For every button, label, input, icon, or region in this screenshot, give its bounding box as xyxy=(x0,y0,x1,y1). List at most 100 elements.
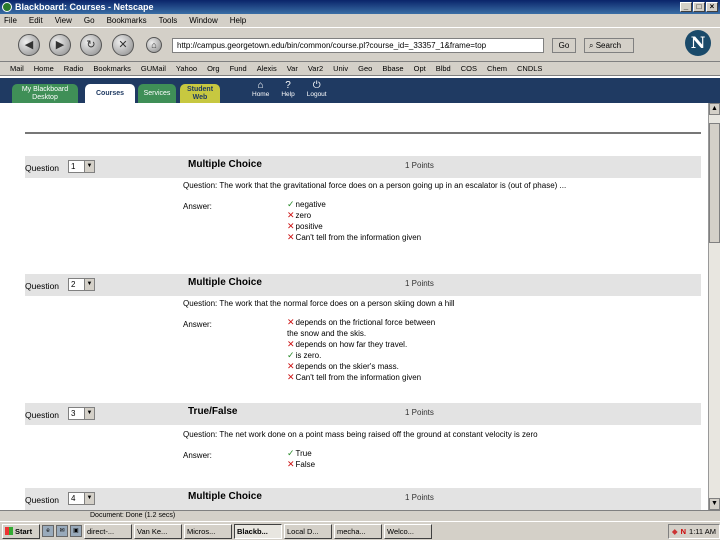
bb-logout-label: Logout xyxy=(306,91,327,98)
bookmark-mail[interactable]: Mail xyxy=(10,64,24,73)
taskbar: Start e ✉ ▣ direct-... Van Ke... Micros...… xyxy=(0,521,720,540)
bb-logout-link[interactable]: ⏻ Logout xyxy=(307,80,327,98)
bookmark-univ[interactable]: Univ xyxy=(333,64,348,73)
tab-student-web[interactable]: Student Web xyxy=(180,84,220,103)
question-label: Question xyxy=(25,281,60,291)
taskbar-task[interactable]: direct-... xyxy=(84,523,132,539)
question-number-select[interactable]: 1 ▼ xyxy=(68,160,95,173)
question-number-value: 2 xyxy=(71,280,76,289)
status-text: Document: Done (1.2 secs) xyxy=(90,512,176,519)
bookmark-radio[interactable]: Radio xyxy=(64,64,84,73)
question-points: 1 Points xyxy=(405,161,434,170)
clock: 1:11 AM xyxy=(689,526,716,536)
bookmark-org[interactable]: Org xyxy=(207,64,220,73)
bookmark-opt[interactable]: Opt xyxy=(414,64,426,73)
taskbar-task[interactable]: mecha... xyxy=(334,523,382,539)
taskbar-task[interactable]: Local D... xyxy=(284,523,332,539)
answer-option: ✓negative xyxy=(287,199,447,210)
scroll-up-icon[interactable]: ▲ xyxy=(709,103,720,115)
answer-text: depends on the frictional force between … xyxy=(287,318,436,338)
cross-icon: ✕ xyxy=(287,221,295,231)
tab-my-blackboard[interactable]: My Blackboard Desktop xyxy=(12,84,78,103)
menu-window[interactable]: Window xyxy=(189,16,217,25)
chevron-down-icon: ▼ xyxy=(84,279,94,290)
cross-icon: ✕ xyxy=(287,210,295,220)
forward-icon[interactable]: ▶ xyxy=(49,34,71,56)
menu-bookmarks[interactable]: Bookmarks xyxy=(107,16,147,25)
bookmark-gumail[interactable]: GUMail xyxy=(141,64,166,73)
vertical-scrollbar[interactable]: ▲ ▼ xyxy=(708,103,720,510)
answer-options: ✕ depends on the frictional force between… xyxy=(287,317,447,383)
quick-launch-icon[interactable]: e xyxy=(42,525,54,537)
windows-logo-icon xyxy=(5,526,13,535)
bookmark-chem[interactable]: Chem xyxy=(487,64,507,73)
answer-text: Can't tell from the information given xyxy=(295,233,422,242)
question-header: Question 4 ▼ Multiple Choice 1 Points xyxy=(25,488,701,510)
bookmark-bookmarks[interactable]: Bookmarks xyxy=(93,64,131,73)
scroll-thumb[interactable] xyxy=(709,123,720,243)
taskbar-task[interactable]: Van Ke... xyxy=(134,523,182,539)
question-type: Multiple Choice xyxy=(188,159,262,170)
menu-edit[interactable]: Edit xyxy=(29,16,43,25)
bookmark-blbd[interactable]: Blbd xyxy=(436,64,451,73)
tray-icon[interactable]: N xyxy=(681,525,686,538)
back-icon[interactable]: ◀ xyxy=(18,34,40,56)
go-button[interactable]: Go xyxy=(552,38,576,53)
bookmark-home[interactable]: Home xyxy=(34,64,54,73)
task-buttons: direct-... Van Ke... Micros... Blackb... Loc… xyxy=(84,523,432,539)
bb-home-link[interactable]: ⌂ Home xyxy=(252,80,269,98)
stop-icon[interactable]: ✕ xyxy=(112,34,134,56)
question-number-select[interactable]: 3 ▼ xyxy=(68,407,95,420)
menu-view[interactable]: View xyxy=(55,16,72,25)
navigation-toolbar: ◀ ▶ ↻ ✕ ⌂ http://campus.georgetown.edu/b… xyxy=(0,27,720,62)
reload-icon[interactable]: ↻ xyxy=(80,34,102,56)
bookmark-fund[interactable]: Fund xyxy=(230,64,247,73)
answer-text: is zero. xyxy=(295,351,322,360)
bookmark-var[interactable]: Var xyxy=(287,64,298,73)
tray-icon[interactable]: ◆ xyxy=(672,525,678,538)
url-input[interactable]: http://campus.georgetown.edu/bin/common/… xyxy=(172,38,544,53)
answer-option: ✕Can't tell from the information given xyxy=(287,232,447,243)
bookmark-alexis[interactable]: Alexis xyxy=(257,64,277,73)
checkmark-icon: ✓ xyxy=(287,448,295,458)
menu-help[interactable]: Help xyxy=(230,16,246,25)
taskbar-task[interactable]: Micros... xyxy=(184,523,232,539)
close-button[interactable]: × xyxy=(706,2,718,12)
bb-help-label: Help xyxy=(281,91,295,98)
tab-courses[interactable]: Courses xyxy=(85,84,135,103)
chevron-down-icon: ▼ xyxy=(84,161,94,172)
bb-home-label: Home xyxy=(252,91,270,98)
taskbar-task[interactable]: Welco... xyxy=(384,523,432,539)
netscape-app-icon xyxy=(2,2,12,12)
minimize-button[interactable]: _ xyxy=(680,2,692,12)
answer-option: ✕Can't tell from the information given xyxy=(287,372,447,383)
search-button[interactable]: ⌕ Search xyxy=(584,38,634,53)
menu-tools[interactable]: Tools xyxy=(159,16,178,25)
maximize-button[interactable]: □ xyxy=(693,2,705,12)
bookmark-bbase[interactable]: Bbase xyxy=(382,64,403,73)
bookmark-yahoo[interactable]: Yahoo xyxy=(176,64,197,73)
scroll-down-icon[interactable]: ▼ xyxy=(709,498,720,510)
bookmark-cndls[interactable]: CNDLS xyxy=(517,64,542,73)
home-icon[interactable]: ⌂ xyxy=(146,37,162,53)
checkmark-icon: ✓ xyxy=(287,199,295,209)
question-number-select[interactable]: 2 ▼ xyxy=(68,278,95,291)
bb-help-link[interactable]: ? Help xyxy=(281,80,294,98)
menu-go[interactable]: Go xyxy=(84,16,95,25)
menu-bar: File Edit View Go Bookmarks Tools Window… xyxy=(0,14,720,27)
tab-services[interactable]: Services xyxy=(138,84,176,103)
answer-option: ✕zero xyxy=(287,210,447,221)
bookmark-cos[interactable]: COS xyxy=(461,64,477,73)
bookmark-geo[interactable]: Geo xyxy=(358,64,372,73)
netscape-logo: N xyxy=(685,30,711,56)
cross-icon: ✕ xyxy=(287,459,295,469)
quick-launch-icon[interactable]: ▣ xyxy=(70,525,82,537)
bookmark-var2[interactable]: Var2 xyxy=(308,64,323,73)
menu-file[interactable]: File xyxy=(4,16,17,25)
cross-icon: ✕ xyxy=(287,372,295,382)
answer-option: ✓True xyxy=(287,448,447,459)
start-button[interactable]: Start xyxy=(2,523,40,539)
taskbar-task[interactable]: Blackb... xyxy=(234,523,282,539)
question-number-select[interactable]: 4 ▼ xyxy=(68,492,95,505)
quick-launch-icon[interactable]: ✉ xyxy=(56,525,68,537)
